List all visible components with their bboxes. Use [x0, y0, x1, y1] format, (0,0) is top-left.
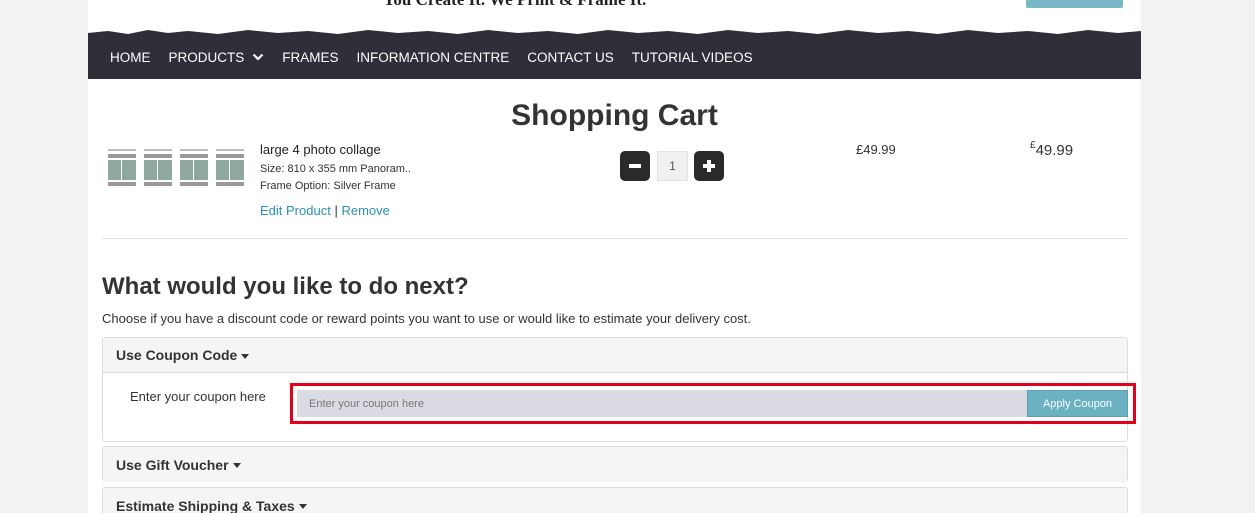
next-steps-title: What would you like to do next? — [102, 273, 469, 300]
nav-tutorial-videos[interactable]: TUTORIAL VIDEOS — [632, 50, 753, 65]
header-button[interactable] — [1026, 0, 1123, 8]
nav-frames[interactable]: FRAMES — [282, 50, 338, 65]
coupon-panel-header[interactable]: Use Coupon Code — [103, 338, 1127, 373]
plus-icon — [703, 160, 715, 172]
site-tagline: You Create It. We Print & Frame It. — [383, 0, 646, 10]
main-navbar: HOME PRODUCTS FRAMES INFORMATION CENTRE … — [88, 35, 1141, 79]
gift-voucher-panel: Use Gift Voucher — [102, 446, 1128, 482]
caret-down-icon — [232, 463, 241, 468]
shipping-panel-header[interactable]: Estimate Shipping & Taxes — [103, 488, 1127, 513]
product-thumbnail[interactable] — [107, 147, 247, 197]
coupon-heading: Use Coupon Code — [116, 347, 238, 363]
coupon-input[interactable] — [297, 390, 1027, 417]
gift-voucher-heading: Use Gift Voucher — [116, 456, 229, 473]
divider — [102, 238, 1128, 239]
product-frame-option: Frame Option: Silver Frame — [260, 180, 396, 192]
minus-icon — [629, 164, 641, 168]
coupon-panel: Use Coupon Code Enter your coupon here A… — [102, 337, 1136, 442]
nav-home[interactable]: HOME — [110, 50, 151, 65]
quantity-input[interactable] — [657, 151, 688, 181]
nav-information-centre[interactable]: INFORMATION CENTRE — [357, 50, 510, 65]
nav-frames-label: FRAMES — [282, 49, 339, 65]
link-separator: | — [334, 203, 338, 218]
nav-tutorial-videos-label: TUTORIAL VIDEOS — [631, 49, 753, 65]
currency-symbol: £ — [1030, 140, 1036, 151]
chevron-down-icon — [252, 53, 264, 61]
product-actions: Edit Product | Remove — [260, 203, 390, 218]
unit-price: £49.99 — [856, 142, 896, 157]
total-amount: 49.99 — [1035, 142, 1074, 159]
nav-contact-us-label: CONTACT US — [527, 49, 614, 65]
decrease-quantity-button[interactable] — [620, 151, 650, 181]
shipping-panel: Estimate Shipping & Taxes — [102, 487, 1128, 513]
nav-products[interactable]: PRODUCTS — [169, 50, 265, 65]
caret-down-icon — [241, 353, 250, 359]
nav-information-centre-label: INFORMATION CENTRE — [356, 49, 510, 65]
product-size: Size: 810 x 355 mm Panoram.. — [260, 163, 412, 175]
coupon-label: Enter your coupon here — [130, 389, 266, 404]
page-content: You Create It. We Print & Frame It. HOME… — [88, 0, 1141, 513]
edit-product-link[interactable]: Edit Product — [260, 203, 331, 218]
page-title: Shopping Cart — [511, 99, 718, 132]
shipping-heading: Estimate Shipping & Taxes — [116, 497, 295, 513]
remove-link[interactable]: Remove — [341, 203, 389, 218]
next-steps-description: Choose if you have a discount code or re… — [102, 311, 751, 326]
gift-voucher-panel-header[interactable]: Use Gift Voucher — [103, 447, 1127, 482]
nav-home-label: HOME — [110, 49, 151, 65]
caret-down-icon — [298, 504, 307, 509]
increase-quantity-button[interactable] — [694, 151, 724, 181]
nav-products-label: PRODUCTS — [168, 49, 245, 65]
product-name[interactable]: large 4 photo collage — [260, 142, 381, 157]
total-price: £49.99 — [1030, 140, 1074, 159]
nav-contact-us[interactable]: CONTACT US — [527, 50, 614, 65]
apply-coupon-button[interactable]: Apply Coupon — [1027, 390, 1128, 417]
